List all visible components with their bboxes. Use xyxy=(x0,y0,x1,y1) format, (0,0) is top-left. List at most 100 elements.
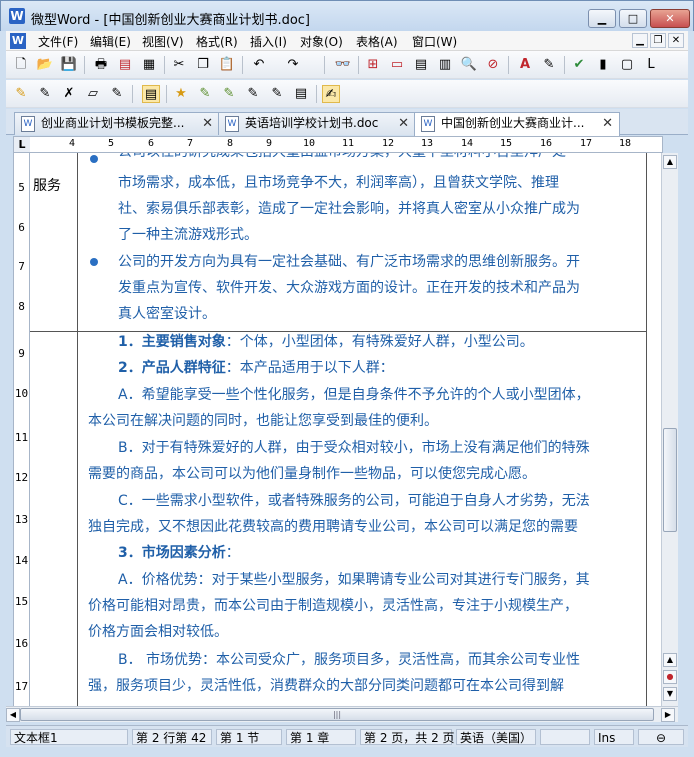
item-text: ：个体，小型团体，有特殊爱好人群，小型公司。 xyxy=(225,334,534,350)
ruler-number: 18 xyxy=(619,138,632,149)
scroll-right-button[interactable]: ▶ xyxy=(661,708,675,722)
menu-object[interactable]: 对象(O) xyxy=(298,33,345,50)
paragraph-line: 独自完成，又不想因此花费较高的费用聘请专业公司，本公司可以满足您的需要 xyxy=(88,519,578,535)
font-color-icon[interactable]: A xyxy=(516,56,534,74)
pencil-doc-icon[interactable]: ✎ xyxy=(108,85,126,103)
ruler-number: 15 xyxy=(500,138,513,149)
delete-pencil-icon[interactable]: ✗ xyxy=(60,85,78,103)
standard-toolbar: 🗋 📂 💾 🖶 ▤ ▦ ✂ ❐ 📋 ↶ ↷ 👓 ⊞ ▭ ▤ ▥ 🔍 ⊘ A ✎ … xyxy=(6,51,688,79)
menu-table[interactable]: 表格(A) xyxy=(354,33,400,50)
previous-page-button[interactable]: ▲ xyxy=(663,653,677,667)
close-icon[interactable]: ✕ xyxy=(202,113,213,134)
notebook-icon[interactable]: ▤ xyxy=(292,85,310,103)
toolbar-separator xyxy=(242,56,243,74)
word-app-icon[interactable]: W xyxy=(9,8,25,24)
cut-icon[interactable]: ✂ xyxy=(170,56,188,74)
paragraph-line: 市场需求，成本低，且市场竞争不大，利润率高），且曾获文学院、推理 xyxy=(118,175,559,191)
close-icon[interactable]: ✕ xyxy=(398,113,409,134)
sign-icon[interactable]: ✍ xyxy=(322,85,340,103)
table-cell-service[interactable]: 服务 xyxy=(33,175,61,195)
new-icon[interactable]: 🗋 xyxy=(12,56,30,74)
spell-check-icon[interactable]: ✔ xyxy=(570,56,588,74)
vertical-ruler[interactable]: 5 6 7 8 9 10 11 12 13 14 15 16 17 xyxy=(13,153,30,706)
undo-icon[interactable]: ↶ xyxy=(250,56,268,74)
line-spacing-icon[interactable]: ⊞ xyxy=(364,56,382,74)
paste-icon[interactable]: 📋 xyxy=(218,56,236,74)
ruler-number: 17 xyxy=(14,680,29,693)
toolbar-separator xyxy=(84,56,85,74)
horizontal-ruler[interactable]: L 4 5 6 7 8 9 10 11 12 13 14 15 16 17 18 xyxy=(13,136,663,153)
menu-view[interactable]: 视图(V) xyxy=(140,33,186,50)
tab-business-plan-template[interactable]: W 创业商业计划书模板完整... ✕ xyxy=(14,112,220,135)
ruler-number: 9 xyxy=(266,138,273,149)
tab-english-school-plan[interactable]: W 英语培训学校计划书.doc ✕ xyxy=(218,112,416,135)
scroll-up-button[interactable]: ▲ xyxy=(663,155,677,169)
scroll-left-button[interactable]: ◀ xyxy=(6,708,20,722)
close-button[interactable]: ✕ xyxy=(650,9,690,28)
browse-object-button[interactable]: ● xyxy=(663,670,677,684)
edit-icon[interactable]: ✎ xyxy=(540,56,558,74)
mdi-minimize-button[interactable]: ▁ xyxy=(632,33,648,48)
status-chapter: 第 1 章 xyxy=(286,729,356,745)
item-heading: 1．主要销售对象 xyxy=(118,334,226,350)
status-insert-mode[interactable]: Ins xyxy=(594,729,634,745)
print-icon[interactable]: 🖶 xyxy=(92,56,110,74)
horizontal-scrollbar[interactable]: ◀ ||| ▶ xyxy=(6,706,678,722)
ruler-number: 11 xyxy=(342,138,355,149)
menu-window[interactable]: 窗口(W) xyxy=(410,33,459,50)
track-icon[interactable]: ⊘ xyxy=(484,56,502,74)
zoom-icon[interactable]: 🔍 xyxy=(460,56,478,74)
table-icon[interactable]: ▤ xyxy=(412,56,430,74)
document-page[interactable]: 服务 公司以往的研究成果包括大量由益市场方案，大量下里材料小台里拜产处 市场需求… xyxy=(30,153,661,706)
star-edit-icon[interactable]: ✎ xyxy=(12,85,30,103)
chart-icon[interactable]: ▮ xyxy=(594,56,612,74)
columns-icon[interactable]: ▥ xyxy=(436,56,454,74)
eraser-icon[interactable]: ▱ xyxy=(84,85,102,103)
save-icon[interactable]: 💾 xyxy=(60,56,78,74)
horizontal-scroll-thumb[interactable]: ||| xyxy=(20,708,654,721)
menu-format[interactable]: 格式(R) xyxy=(194,33,240,50)
window-title: 微型Word - [中国创新创业大赛商业计划书.doc] xyxy=(31,13,310,28)
doc-menu-icon[interactable]: W xyxy=(10,33,26,49)
ruler-number: 13 xyxy=(14,513,29,526)
insert-field-icon[interactable]: ▭ xyxy=(388,56,406,74)
pen-d-icon[interactable]: ✎ xyxy=(244,85,262,103)
close-icon[interactable]: ✕ xyxy=(602,113,613,134)
open-icon[interactable]: 📂 xyxy=(36,56,54,74)
ruler-number: 8 xyxy=(18,300,25,313)
ruler-number: 12 xyxy=(382,138,395,149)
zoom-out-icon[interactable]: ⊖ xyxy=(638,729,684,745)
edit-pencil-icon[interactable]: ✎ xyxy=(36,85,54,103)
item-text: ： xyxy=(225,545,240,561)
toolbar-separator xyxy=(132,85,133,103)
pen-a-icon[interactable]: ★ xyxy=(172,85,190,103)
menu-file[interactable]: 文件(F) xyxy=(36,33,80,50)
find-icon[interactable]: 👓 xyxy=(334,56,352,74)
tab-innovation-contest-plan[interactable]: W 中国创新创业大赛商业计... ✕ xyxy=(414,112,620,136)
pen-c-icon[interactable]: ✎ xyxy=(220,85,238,103)
pdf-icon[interactable]: ▤ xyxy=(116,56,134,74)
redo-icon[interactable]: ↷ xyxy=(284,56,302,74)
menu-insert[interactable]: 插入(I) xyxy=(248,33,289,50)
ruler-number: 7 xyxy=(187,138,194,149)
ruler-number: 10 xyxy=(303,138,316,149)
copy-icon[interactable]: ❐ xyxy=(194,56,212,74)
mdi-close-button[interactable]: ✕ xyxy=(668,33,684,48)
layout-icon[interactable]: L xyxy=(642,56,660,74)
mdi-restore-button[interactable]: ❐ xyxy=(650,33,666,48)
next-page-button[interactable]: ▼ xyxy=(663,687,677,701)
pen-e-icon[interactable]: ✎ xyxy=(268,85,286,103)
pen-b-icon[interactable]: ✎ xyxy=(196,85,214,103)
ruler-number: 10 xyxy=(14,387,29,400)
vertical-scrollbar[interactable]: ▲ ▲ ● ▼ xyxy=(661,153,678,706)
minimize-button[interactable]: ▁ xyxy=(588,9,616,28)
paragraph-line: 价格可能相对昂贵，而本公司由于制造规模小，灵活性高，专注于小规模生产， xyxy=(88,598,578,614)
frame-icon[interactable]: ▢ xyxy=(618,56,636,74)
paragraph-line: A．价格优势：对于某些小型服务，如果聘请专业公司对其进行专门服务，其 xyxy=(118,572,590,588)
vertical-scroll-thumb[interactable] xyxy=(663,428,677,532)
maximize-button[interactable]: □ xyxy=(619,9,647,28)
print-preview-icon[interactable]: ▦ xyxy=(140,56,158,74)
active-doc-icon[interactable]: ▤ xyxy=(142,85,160,103)
menu-edit[interactable]: 编辑(E) xyxy=(88,33,133,50)
tab-stop-selector[interactable]: L xyxy=(14,137,30,152)
